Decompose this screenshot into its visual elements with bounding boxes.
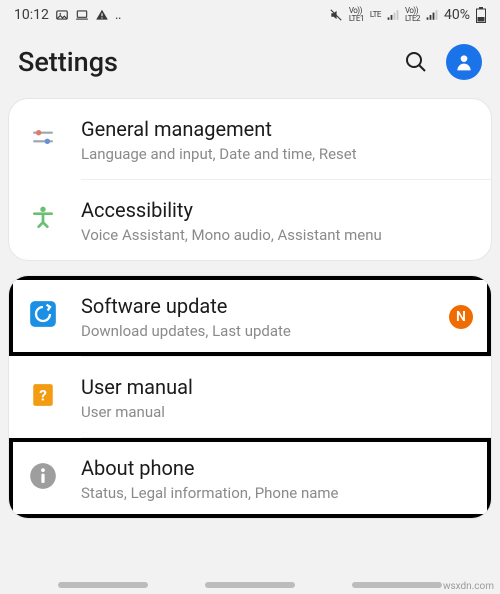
row-title: General management [81, 117, 473, 141]
status-bar: 10:12 ‥ Vo))LTE1 LTE Vo))LTE2 40% [0, 0, 500, 30]
battery-icon [476, 7, 486, 23]
settings-group-1: General management Language and input, D… [8, 98, 492, 261]
nav-recents[interactable] [58, 582, 148, 588]
manual-icon: ? [25, 377, 61, 413]
battery-percent: 40% [444, 7, 470, 23]
settings-header: Settings [0, 30, 500, 98]
laptop-icon [75, 8, 89, 22]
row-subtitle: Download updates, Last update [81, 322, 441, 340]
row-title: User manual [81, 375, 473, 399]
row-software-update[interactable]: Software update Download updates, Last u… [9, 276, 491, 356]
row-general-management[interactable]: General management Language and input, D… [9, 99, 491, 179]
row-user-manual[interactable]: ? User manual User manual [9, 357, 491, 437]
settings-group-2: Software update Download updates, Last u… [8, 275, 492, 519]
accessibility-icon [25, 200, 61, 236]
row-about-phone[interactable]: About phone Status, Legal information, P… [9, 438, 491, 518]
more-icon: ‥ [115, 7, 124, 23]
image-icon [55, 8, 69, 22]
navigation-bar [0, 582, 500, 588]
row-title: Software update [81, 294, 441, 318]
about-icon [25, 458, 61, 494]
row-subtitle: Voice Assistant, Mono audio, Assistant m… [81, 226, 473, 244]
notification-badge: N [449, 305, 473, 329]
svg-text:?: ? [39, 386, 47, 404]
update-icon [25, 296, 61, 332]
page-title: Settings [18, 46, 404, 78]
search-icon[interactable] [404, 50, 428, 74]
sim2-info: Vo))LTE2 [405, 7, 420, 23]
row-accessibility[interactable]: Accessibility Voice Assistant, Mono audi… [9, 180, 491, 260]
row-title: About phone [81, 456, 473, 480]
sliders-icon [25, 119, 61, 155]
row-subtitle: User manual [81, 403, 473, 421]
signal-icon-2 [426, 9, 438, 21]
mute-icon [329, 8, 343, 22]
warning-icon [95, 8, 109, 22]
nav-back[interactable] [352, 582, 442, 588]
watermark: wsxdn.com [443, 581, 494, 592]
nav-home[interactable] [205, 582, 295, 588]
status-time: 10:12 [14, 7, 49, 23]
row-subtitle: Status, Legal information, Phone name [81, 484, 473, 502]
row-subtitle: Language and input, Date and time, Reset [81, 145, 473, 163]
row-title: Accessibility [81, 198, 473, 222]
account-avatar[interactable] [446, 44, 482, 80]
sim1-info: Vo))LTE1 [349, 7, 364, 23]
sim1-lte: LTE [370, 11, 381, 19]
signal-icon-1 [387, 9, 399, 21]
